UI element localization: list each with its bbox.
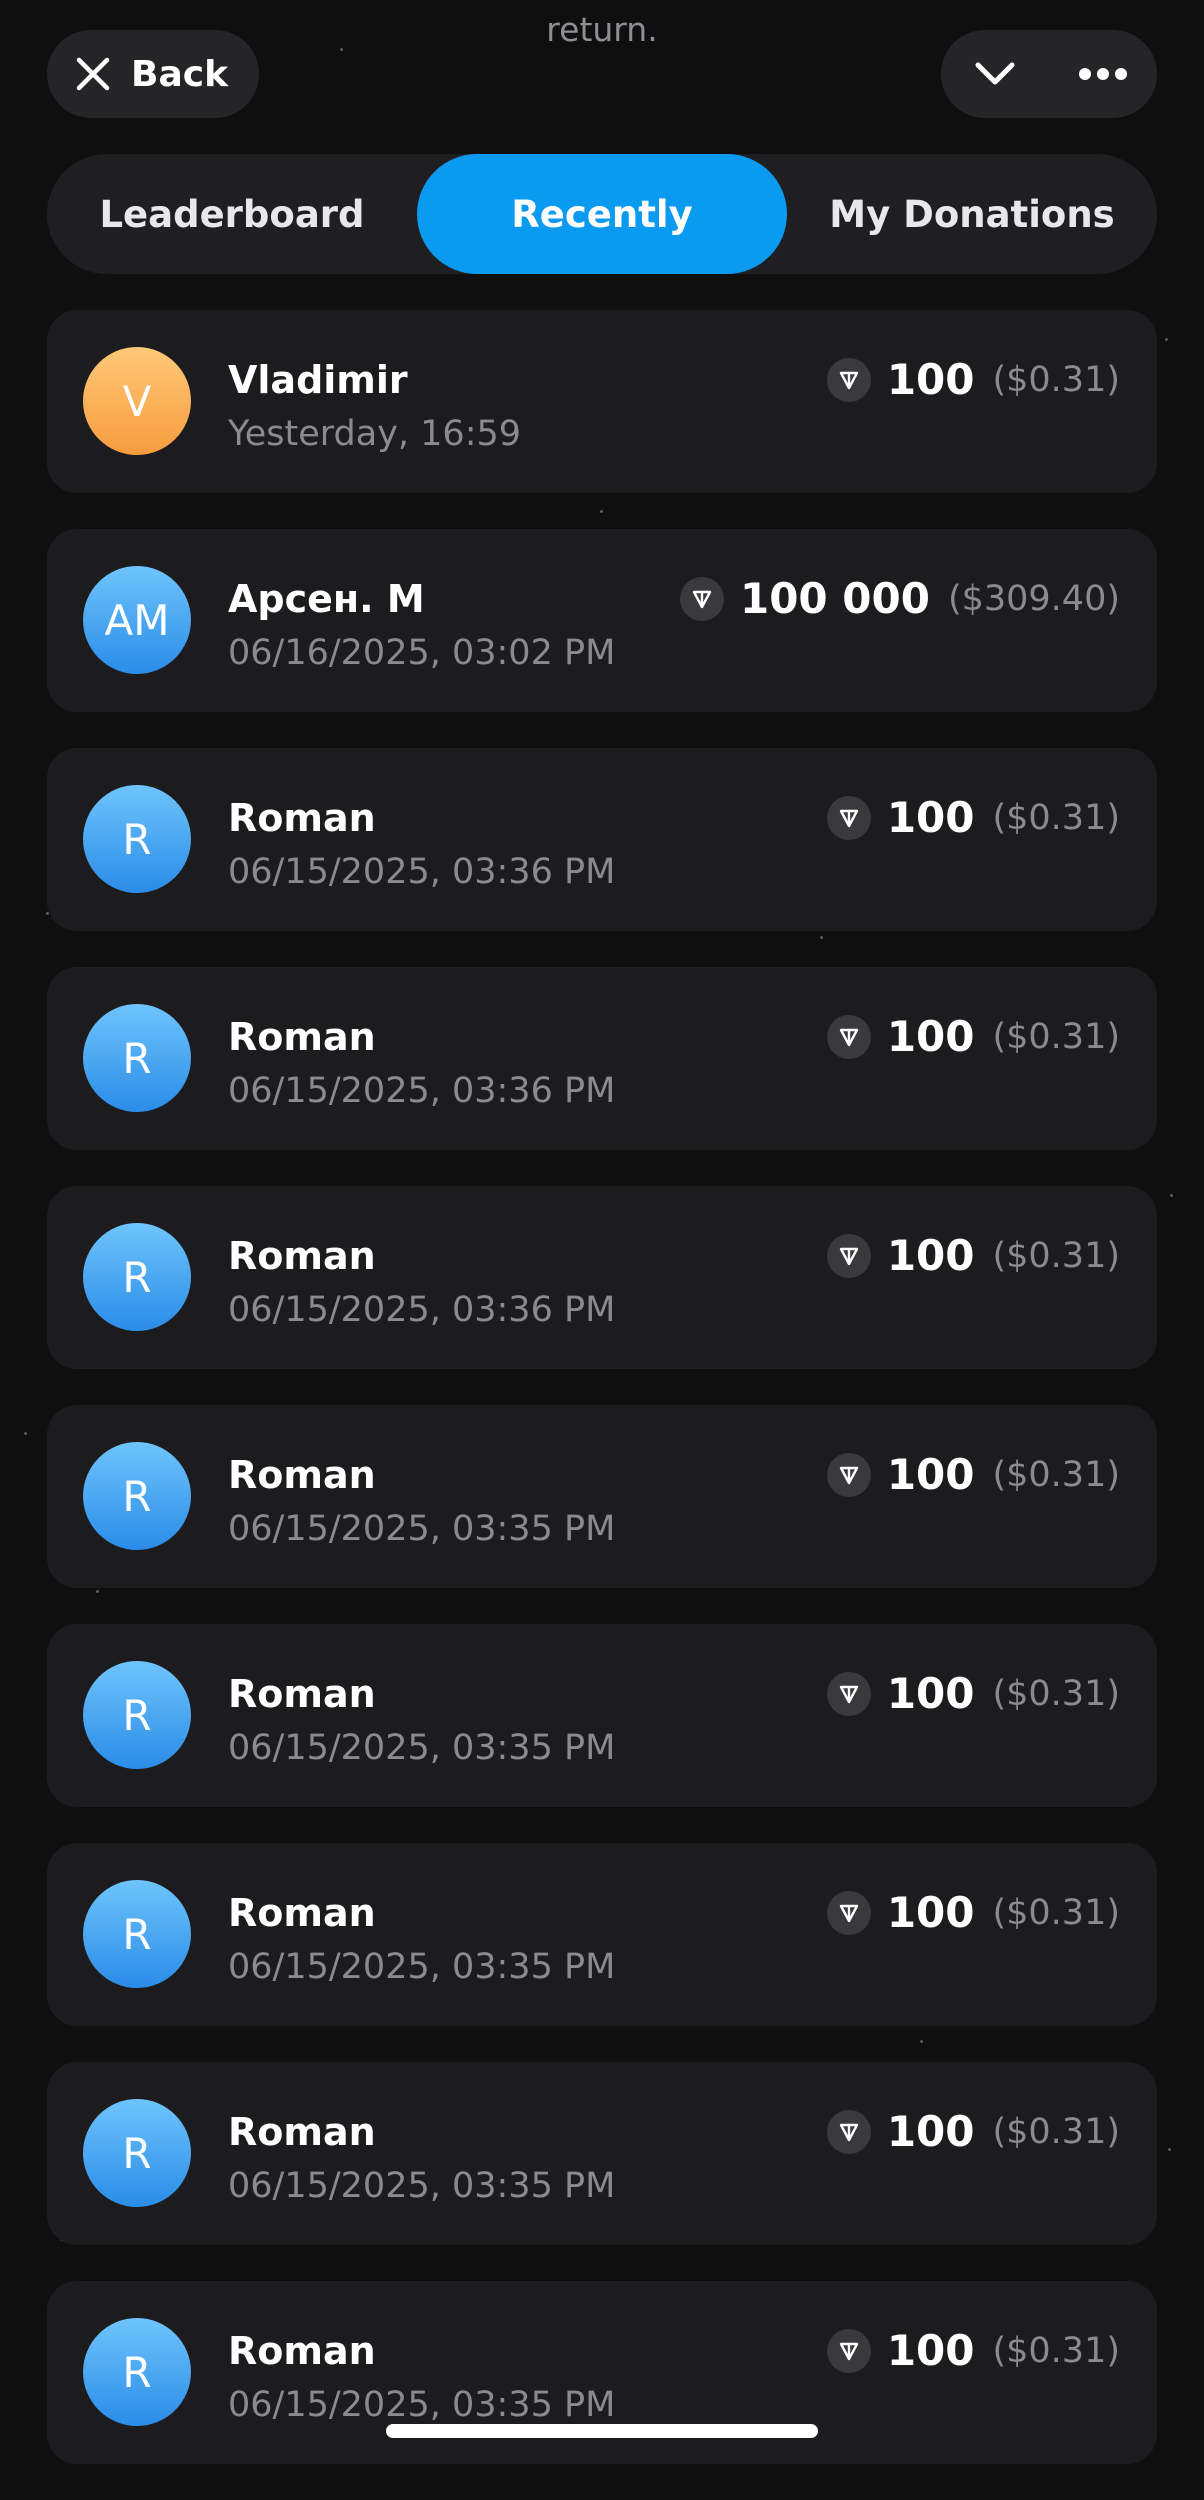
back-label: Back [131, 53, 229, 95]
more-icon [1079, 68, 1127, 80]
donor-name: Арсен. М [228, 577, 425, 621]
avatar: R [83, 1004, 191, 1112]
donor-name: Roman [228, 1234, 376, 1278]
home-indicator[interactable] [386, 2424, 818, 2438]
donation-usd: ($0.31) [992, 2111, 1120, 2152]
donation-date: 06/15/2025, 03:36 PM [228, 1290, 616, 1330]
donation-date: 06/16/2025, 03:02 PM [228, 633, 616, 673]
donation-date: 06/15/2025, 03:35 PM [228, 1947, 616, 1987]
donation-usd: ($0.31) [992, 1892, 1120, 1933]
avatar: R [83, 2099, 191, 2207]
donor-name: Roman [228, 1453, 376, 1497]
donor-name: Roman [228, 2110, 376, 2154]
donor-name: Roman [228, 796, 376, 840]
donation-date: Yesterday, 16:59 [228, 414, 522, 454]
donation-row[interactable]: R Roman 06/15/2025, 03:36 PM 100 ($0.31) [47, 1186, 1157, 1369]
donation-amount-group: 100 ($0.31) [826, 793, 1120, 842]
donation-row[interactable]: AM Арсен. М 06/16/2025, 03:02 PM 100 000… [47, 529, 1157, 712]
ton-icon [826, 357, 871, 402]
donation-amount: 100 [886, 1012, 975, 1061]
donation-amount-group: 100 ($0.31) [826, 1669, 1120, 1718]
close-icon [76, 57, 110, 91]
donation-amount: 100 000 [739, 574, 930, 623]
donation-usd: ($0.31) [992, 797, 1120, 838]
avatar: R [83, 2318, 191, 2426]
header-actions [941, 30, 1157, 118]
donation-usd: ($0.31) [992, 1235, 1120, 1276]
donation-amount: 100 [886, 1669, 975, 1718]
donation-amount: 100 [886, 2326, 975, 2375]
back-button[interactable]: Back [47, 30, 259, 118]
ton-icon [826, 2328, 871, 2373]
donation-usd: ($0.31) [992, 359, 1120, 400]
avatar: R [83, 1223, 191, 1331]
more-button[interactable] [1049, 30, 1157, 118]
donation-date: 06/15/2025, 03:35 PM [228, 2385, 616, 2425]
donor-name: Roman [228, 1672, 376, 1716]
donation-usd: ($309.40) [947, 578, 1120, 619]
donation-row[interactable]: R Roman 06/15/2025, 03:35 PM 100 ($0.31) [47, 1624, 1157, 1807]
donation-amount: 100 [886, 793, 975, 842]
donation-row[interactable]: R Roman 06/15/2025, 03:35 PM 100 ($0.31) [47, 1405, 1157, 1588]
ton-icon [826, 1014, 871, 1059]
tab-my-donations[interactable]: My Donations [787, 154, 1157, 274]
donation-list: V Vladimir Yesterday, 16:59 100 ($0.31) … [47, 310, 1157, 2500]
donor-name: Roman [228, 1015, 376, 1059]
donation-date: 06/15/2025, 03:35 PM [228, 1728, 616, 1768]
ton-icon [679, 576, 724, 621]
avatar: AM [83, 566, 191, 674]
ton-icon [826, 795, 871, 840]
avatar: R [83, 1661, 191, 1769]
ton-icon [826, 1233, 871, 1278]
donation-amount-group: 100 ($0.31) [826, 2326, 1120, 2375]
donor-name: Vladimir [228, 358, 408, 402]
donation-amount-group: 100 ($0.31) [826, 355, 1120, 404]
avatar: R [83, 1880, 191, 1988]
donation-usd: ($0.31) [992, 1454, 1120, 1495]
donation-usd: ($0.31) [992, 1016, 1120, 1057]
donation-date: 06/15/2025, 03:35 PM [228, 1509, 616, 1549]
donation-amount-group: 100 000 ($309.40) [679, 574, 1120, 623]
collapse-button[interactable] [941, 30, 1049, 118]
donation-date: 06/15/2025, 03:36 PM [228, 1071, 616, 1111]
donation-amount: 100 [886, 1231, 975, 1280]
donation-amount-group: 100 ($0.31) [826, 1888, 1120, 1937]
donation-row[interactable]: R Roman 06/15/2025, 03:35 PM 100 ($0.31) [47, 1843, 1157, 2026]
ton-icon [826, 1452, 871, 1497]
donor-name: Roman [228, 2329, 376, 2373]
donation-amount-group: 100 ($0.31) [826, 1012, 1120, 1061]
donation-usd: ($0.31) [992, 2330, 1120, 2371]
donation-amount: 100 [886, 1888, 975, 1937]
donation-amount: 100 [886, 1450, 975, 1499]
donation-amount: 100 [886, 2107, 975, 2156]
avatar: V [83, 347, 191, 455]
tab-bar: Leaderboard Recently My Donations [47, 154, 1157, 274]
donation-amount-group: 100 ($0.31) [826, 2107, 1120, 2156]
ton-icon [826, 1890, 871, 1935]
donation-amount-group: 100 ($0.31) [826, 1450, 1120, 1499]
donation-usd: ($0.31) [992, 1673, 1120, 1714]
tab-recently[interactable]: Recently [417, 154, 787, 274]
donation-row[interactable]: R Roman 06/15/2025, 03:35 PM 100 ($0.31) [47, 2062, 1157, 2245]
donation-row[interactable]: R Roman 06/15/2025, 03:36 PM 100 ($0.31) [47, 967, 1157, 1150]
avatar: R [83, 785, 191, 893]
donation-row[interactable]: V Vladimir Yesterday, 16:59 100 ($0.31) [47, 310, 1157, 493]
donation-row[interactable]: R Roman 06/15/2025, 03:36 PM 100 ($0.31) [47, 748, 1157, 931]
tab-leaderboard[interactable]: Leaderboard [47, 154, 417, 274]
ton-icon [826, 2109, 871, 2154]
donation-amount: 100 [886, 355, 975, 404]
donor-name: Roman [228, 1891, 376, 1935]
chevron-down-icon [975, 62, 1015, 85]
donation-date: 06/15/2025, 03:35 PM [228, 2166, 616, 2206]
avatar: R [83, 1442, 191, 1550]
donation-amount-group: 100 ($0.31) [826, 1231, 1120, 1280]
ton-icon [826, 1671, 871, 1716]
donation-date: 06/15/2025, 03:36 PM [228, 852, 616, 892]
